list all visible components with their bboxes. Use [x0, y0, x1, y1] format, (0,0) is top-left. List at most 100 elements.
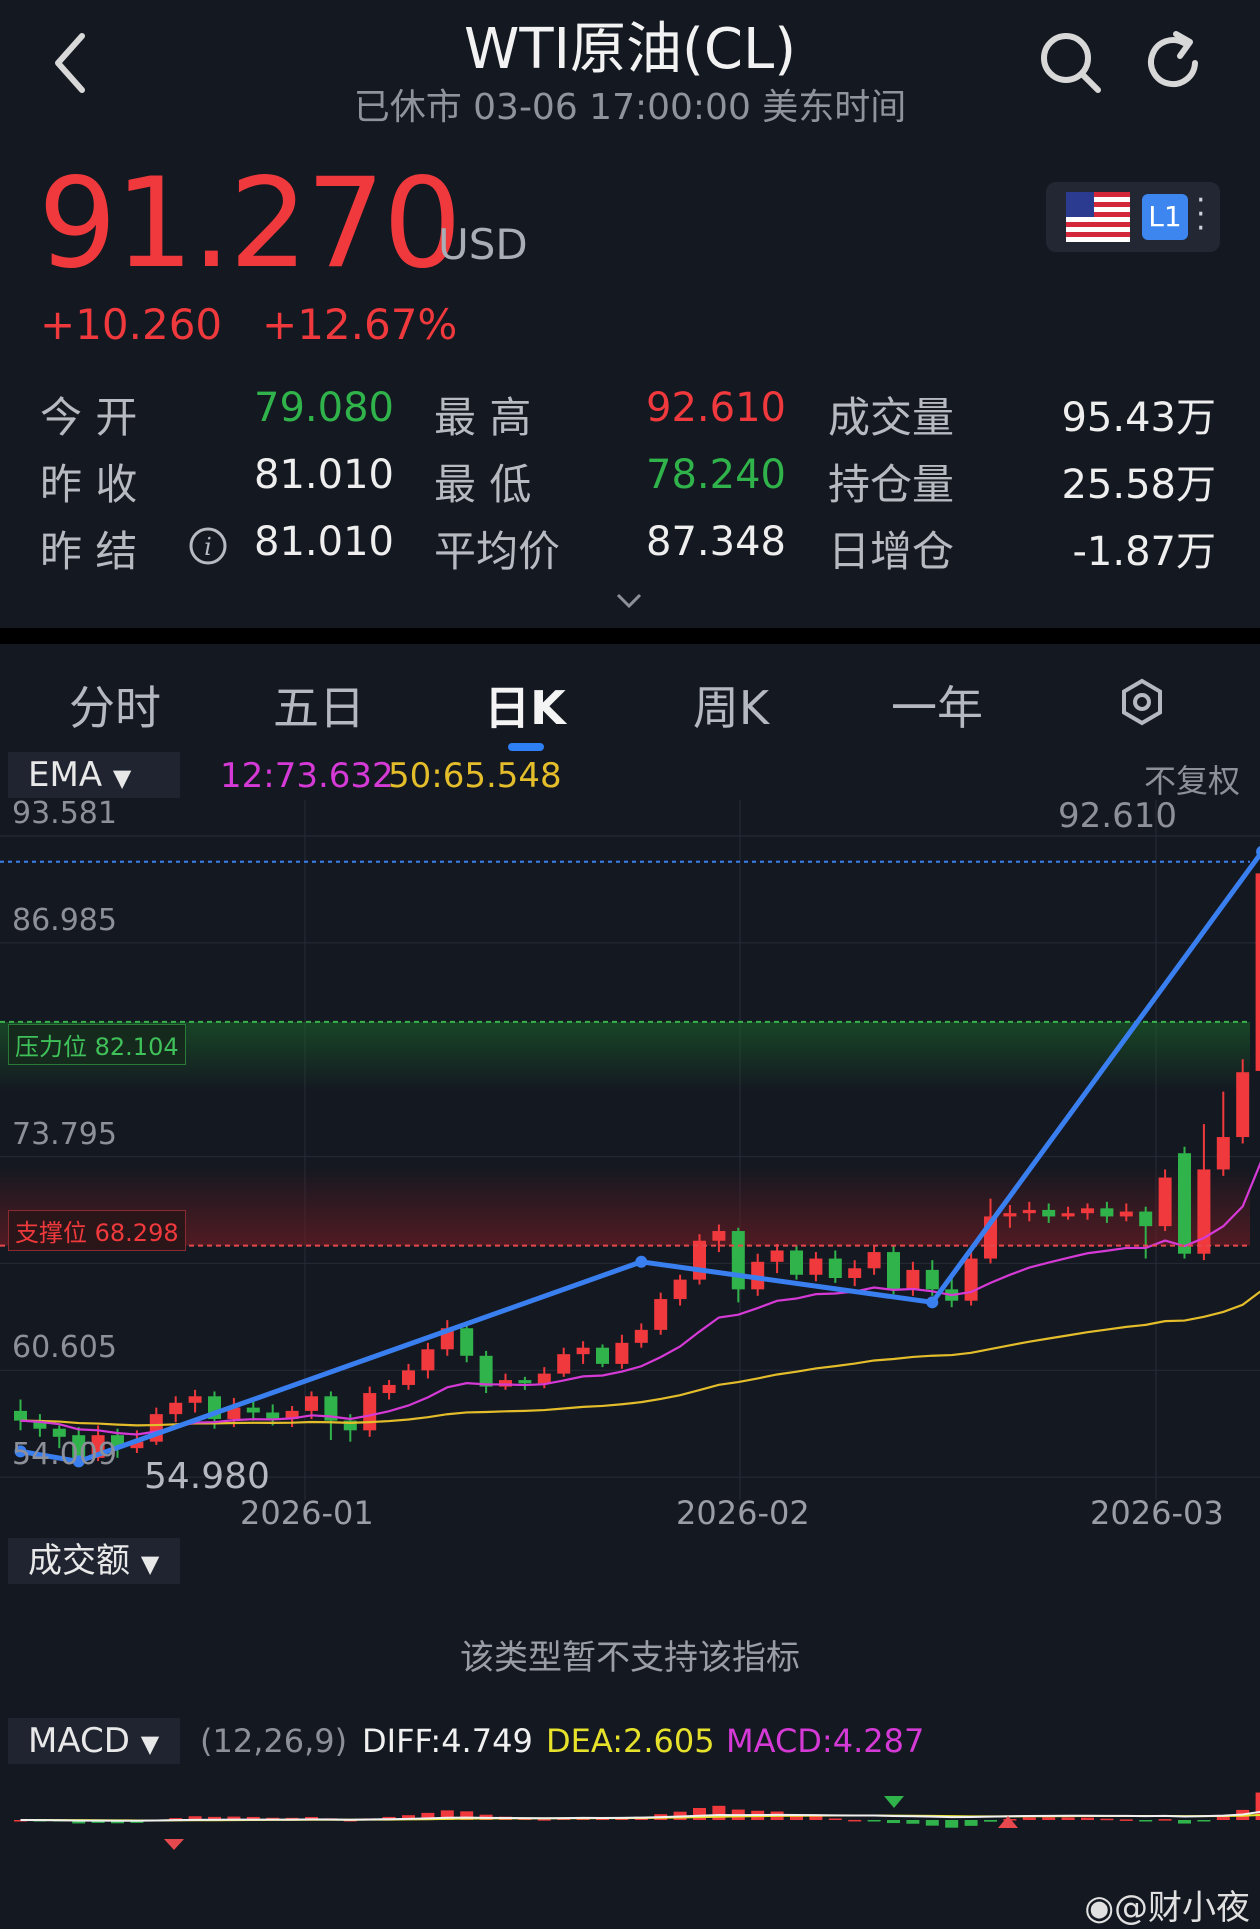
- candle-body: [169, 1402, 183, 1415]
- turnover-dropdown-label: 成交额: [28, 1541, 130, 1581]
- high-value: 92.610: [646, 385, 786, 431]
- tab-one-year[interactable]: 一年: [862, 672, 1012, 738]
- candle-body: [1158, 1177, 1172, 1227]
- candle-body: [673, 1279, 687, 1300]
- candle-body: [402, 1370, 415, 1385]
- candlestick-chart[interactable]: [0, 800, 1260, 1500]
- candle-body: [1236, 1072, 1250, 1138]
- candle-body: [925, 1269, 939, 1290]
- macd-bar: [1061, 1817, 1075, 1820]
- candle-body: [1216, 1137, 1230, 1170]
- expand-chevron-icon[interactable]: [614, 590, 644, 612]
- candle-body: [363, 1393, 377, 1431]
- high-label: 最 高: [434, 393, 532, 442]
- macd-signal-marker: [164, 1839, 184, 1850]
- macd-bar: [1178, 1820, 1191, 1824]
- turnover-dropdown[interactable]: 成交额 ▼: [8, 1538, 180, 1584]
- macd-chart: [14, 1792, 1260, 1850]
- low-mark-label: 54.980: [144, 1456, 270, 1497]
- avg-price-label: 平均价: [434, 527, 561, 576]
- candle-body: [460, 1328, 474, 1356]
- macd-bar: [712, 1805, 726, 1820]
- macd-histogram: [14, 1792, 1260, 1828]
- macd-bar: [1100, 1818, 1114, 1821]
- market-badge[interactable]: L1 · · ·: [1046, 182, 1220, 252]
- search-icon[interactable]: [1036, 28, 1106, 98]
- tab-five-day[interactable]: 五日: [244, 672, 394, 738]
- candle-body: [52, 1428, 66, 1437]
- oi-change-value: -1.87万: [1072, 529, 1217, 575]
- macd-bar: [828, 1818, 842, 1820]
- low-value: 78.240: [646, 452, 786, 498]
- macd-bar: [945, 1820, 959, 1828]
- x-tick-label: 2026-03: [1090, 1494, 1224, 1532]
- macd-dropdown-label: MACD: [28, 1721, 130, 1761]
- macd-signal-marker: [884, 1796, 904, 1808]
- candle-body: [615, 1342, 629, 1364]
- candle-body: [1042, 1209, 1056, 1217]
- candle-body: [1255, 873, 1260, 1071]
- prev-settle-label: 昨 结: [40, 527, 138, 576]
- macd-bar: [964, 1820, 978, 1826]
- candle-body: [712, 1231, 726, 1241]
- macd-value: MACD:4.287: [726, 1722, 925, 1760]
- tab-weekly-k[interactable]: 周K: [656, 672, 806, 738]
- prev-close-label: 昨 收: [40, 460, 138, 509]
- tab-daily-k[interactable]: 日K: [450, 672, 600, 738]
- trend-point: [926, 1296, 939, 1309]
- x-tick-label: 2026-01: [240, 1494, 374, 1532]
- refresh-icon[interactable]: [1140, 28, 1210, 98]
- candle-body: [809, 1258, 823, 1275]
- candle-body: [557, 1354, 571, 1374]
- candle-body: [654, 1299, 668, 1330]
- open-value: 79.080: [254, 385, 394, 431]
- macd-signal-marker: [998, 1816, 1018, 1828]
- support-zone: [0, 1165, 1250, 1246]
- open-interest-value: 25.58万: [1061, 462, 1216, 508]
- price-change: +10.260: [40, 300, 223, 349]
- candle-body: [537, 1373, 551, 1384]
- y-tick-label: 93.581: [12, 795, 117, 831]
- unsupported-message: 该类型暂不支持该指标: [460, 1638, 800, 1678]
- candle-body: [634, 1329, 648, 1343]
- candle-body: [828, 1258, 842, 1279]
- tab-intraday[interactable]: 分时: [40, 672, 190, 738]
- avg-price-value: 87.348: [646, 519, 786, 565]
- section-divider: [0, 628, 1260, 644]
- prev-close-value: 81.010: [254, 452, 394, 498]
- macd-bar: [984, 1820, 997, 1822]
- high-mark-label: 92.610: [1058, 796, 1177, 836]
- candle-body: [867, 1252, 881, 1269]
- candle-body: [1100, 1208, 1114, 1217]
- chart-settings-icon[interactable]: [1118, 678, 1166, 726]
- candle-body: [421, 1349, 435, 1371]
- ema-dropdown-label: EMA: [28, 755, 103, 795]
- macd-bar: [1081, 1817, 1094, 1820]
- candle-body: [479, 1355, 493, 1387]
- candle-body: [518, 1380, 532, 1384]
- price-change-pct: +12.67%: [262, 300, 458, 349]
- candle-body: [382, 1384, 396, 1394]
- candle-body: [1178, 1153, 1191, 1254]
- support-tag: 支撑位 68.298: [8, 1209, 186, 1251]
- macd-bar: [925, 1820, 939, 1826]
- macd-bar: [1158, 1819, 1172, 1821]
- last-price: 91.270: [38, 152, 462, 296]
- svg-text:i: i: [204, 533, 212, 561]
- macd-bar: [1042, 1817, 1056, 1820]
- resistance-tag: 压力位 82.104: [8, 1023, 186, 1065]
- macd-bar: [906, 1820, 920, 1824]
- trend-point: [635, 1255, 648, 1268]
- candle-body: [1022, 1209, 1036, 1214]
- macd-bar: [887, 1820, 900, 1824]
- candle-body: [1003, 1213, 1017, 1217]
- ema50-value: 50:65.548: [388, 756, 562, 796]
- macd-params: (12,26,9): [200, 1722, 348, 1760]
- macd-dropdown[interactable]: MACD ▼: [8, 1718, 180, 1764]
- macd-bar: [848, 1819, 862, 1822]
- macd-bar: [867, 1820, 881, 1822]
- macd-bar: [1119, 1819, 1133, 1821]
- info-icon[interactable]: i: [188, 526, 228, 566]
- ema-dropdown[interactable]: EMA ▼: [8, 752, 180, 798]
- candle-body: [790, 1250, 803, 1275]
